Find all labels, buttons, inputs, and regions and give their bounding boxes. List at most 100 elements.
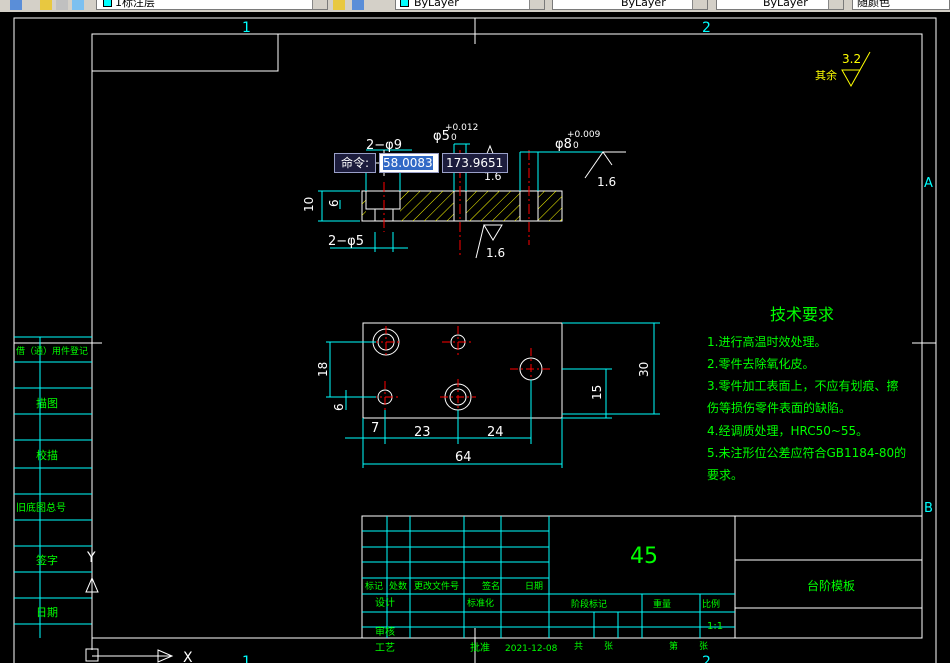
ucs-x-axis xyxy=(92,649,174,663)
counterbore xyxy=(365,191,401,210)
hatch-region-1 xyxy=(400,191,454,221)
dim-24: 24 xyxy=(487,425,504,440)
lineweight-value: ByLayer xyxy=(763,0,808,9)
layer-previous-icon[interactable] xyxy=(56,0,68,10)
zone-label-b: B xyxy=(924,501,933,516)
dynamic-input-x-field[interactable]: 58.0083 xyxy=(379,153,439,173)
dim-phi5-tol-lower: 0 xyxy=(451,133,457,143)
side-date-label: 日期 xyxy=(36,606,58,619)
dim-10: 10 xyxy=(302,197,316,212)
sign-label: 签名 xyxy=(482,580,500,592)
dim-18: 18 xyxy=(316,362,330,377)
part-name: 台阶模板 xyxy=(807,578,855,593)
dynamic-input-y-field[interactable]: 173.9651 xyxy=(442,153,508,173)
stage-mark-label: 阶段标记 xyxy=(571,598,607,610)
code-box xyxy=(92,34,279,72)
dim-64: 64 xyxy=(455,450,472,465)
title-block: 45 台阶模板 标记 处数 更改文件号 签名 日期 设计 标准化 阶段标记 重量… xyxy=(361,515,923,654)
mark-label: 标记 xyxy=(365,580,383,592)
sheet-unit-2: 张 xyxy=(699,641,708,652)
tech-line-5: 4.经调质处理，HRC50~55。 xyxy=(707,424,868,438)
chevron-down-icon[interactable] xyxy=(529,0,544,9)
dim-phi8-tol-lower: 0 xyxy=(573,141,579,151)
dynamic-input-x-value: 58.0083 xyxy=(383,156,433,170)
roughness-global-label: 其余 xyxy=(815,68,837,82)
plotstyle-value: 随颜色 xyxy=(857,0,890,9)
dynamic-input-label: 命令: xyxy=(334,153,376,173)
sheet-unit: 张 xyxy=(604,641,613,652)
old-base-label: 旧底图总号 xyxy=(16,501,66,514)
chevron-down-icon[interactable] xyxy=(312,0,327,9)
side-block: 借（通）用件登记 描图 校描 旧底图总号 签字 日期 xyxy=(14,336,92,638)
chevron-down-icon[interactable] xyxy=(692,0,707,9)
roughness-1: 1.6 xyxy=(597,175,616,189)
hatch-region-2 xyxy=(466,191,520,221)
check-label: 校描 xyxy=(36,448,58,462)
date-label: 日期 xyxy=(525,581,543,592)
title-block-grid-cyan xyxy=(362,516,735,638)
zone-label-a: A xyxy=(924,176,933,191)
ucs-origin-box xyxy=(85,648,99,662)
zone-label-bottom-1: 1 xyxy=(242,654,251,663)
make-object-layer-current-icon[interactable] xyxy=(333,0,345,10)
roughness-global-value: 3.2 xyxy=(842,52,861,66)
weight-label: 重量 xyxy=(653,598,671,610)
borrow-label: 借（通）用件登记 xyxy=(16,345,88,357)
layer-select[interactable]: 1标注层 xyxy=(96,0,328,10)
roughness-2: 1.6 xyxy=(486,246,505,260)
dim-30: 30 xyxy=(637,362,651,377)
layer-name: 1标注层 xyxy=(115,0,155,9)
approve-label: 批准 xyxy=(470,641,490,654)
section-outline xyxy=(361,190,563,222)
material: 45 xyxy=(630,544,658,569)
linetype-select[interactable]: ByLayer xyxy=(552,0,708,10)
dim-phi5-tol-upper: +0.012 xyxy=(445,123,478,133)
dynamic-input-y-value: 173.9651 xyxy=(446,156,504,170)
ucs-x-label: X xyxy=(183,650,193,663)
hatch-region-4 xyxy=(362,200,366,221)
review-label: 审核 xyxy=(375,625,395,638)
tech-line-1: 1.进行高温时效处理。 xyxy=(707,334,826,349)
properties-toolbar: 1标注层 ByLayer ByLayer ByLayer 随颜色 xyxy=(0,0,950,12)
plan-view: 18 6 7 23 24 64 15 30 xyxy=(316,322,660,468)
tech-title: 技术要求 xyxy=(770,305,834,324)
tech-line-4: 伤等损伤零件表面的缺陷。 xyxy=(707,400,851,415)
layer-manager-icon[interactable] xyxy=(10,0,22,10)
tech-requirements: 技术要求 1.进行高温时效处理。 2.零件去除氧化皮。 3.零件加工表面上，不应… xyxy=(707,305,906,482)
dim-23: 23 xyxy=(414,425,431,440)
ucs-icon: Y X xyxy=(85,550,193,663)
standardize-label: 标准化 xyxy=(467,597,494,609)
scale-label: 比例 xyxy=(702,598,720,610)
dim-6-plan: 6 xyxy=(332,403,346,411)
zone-label-top-1: 1 xyxy=(242,20,251,36)
tech-line-7: 要求。 xyxy=(707,468,743,482)
layer-color-swatch xyxy=(103,0,112,7)
scale-value: 1:1 xyxy=(707,621,723,632)
color-value: ByLayer xyxy=(414,0,459,9)
linetype-value: ByLayer xyxy=(621,0,666,9)
drawing-canvas[interactable]: 1 2 1 2 A B 3.2 其余 2−φ9 φ5 +0.012 0 φ8 +… xyxy=(0,12,950,663)
sheets-label: 共 xyxy=(574,641,583,652)
tech-line-2: 2.零件去除氧化皮。 xyxy=(707,356,814,371)
lineweight-select[interactable]: ByLayer xyxy=(716,0,844,10)
color-select[interactable]: ByLayer xyxy=(395,0,545,10)
chevron-down-icon[interactable] xyxy=(828,0,843,9)
dim-2-phi5: 2−φ5 xyxy=(328,234,364,249)
layer-previous-icon-2[interactable] xyxy=(352,0,364,10)
change-doc-label: 更改文件号 xyxy=(414,580,459,592)
trace-label: 描图 xyxy=(36,396,58,410)
process-label: 工艺 xyxy=(375,642,395,654)
layer-state-icon[interactable] xyxy=(40,0,52,10)
layer-color-icon[interactable] xyxy=(72,0,84,10)
zone-label-top-2: 2 xyxy=(702,20,711,36)
ucs-y-axis xyxy=(85,576,99,650)
title-block-grid-white xyxy=(734,516,922,638)
hatch-region-3 xyxy=(538,191,562,221)
plan-dim-lines xyxy=(326,322,660,468)
dim-15: 15 xyxy=(590,385,604,400)
plotstyle-select[interactable]: 随颜色 xyxy=(852,0,950,10)
sheet-label: 第 xyxy=(669,640,678,652)
tech-line-6: 5.未注形位公差应符合GB1184-80的 xyxy=(707,445,906,460)
dim-phi8-tol-upper: +0.009 xyxy=(567,130,601,140)
tech-line-3: 3.零件加工表面上，不应有划痕、擦 xyxy=(707,378,898,393)
